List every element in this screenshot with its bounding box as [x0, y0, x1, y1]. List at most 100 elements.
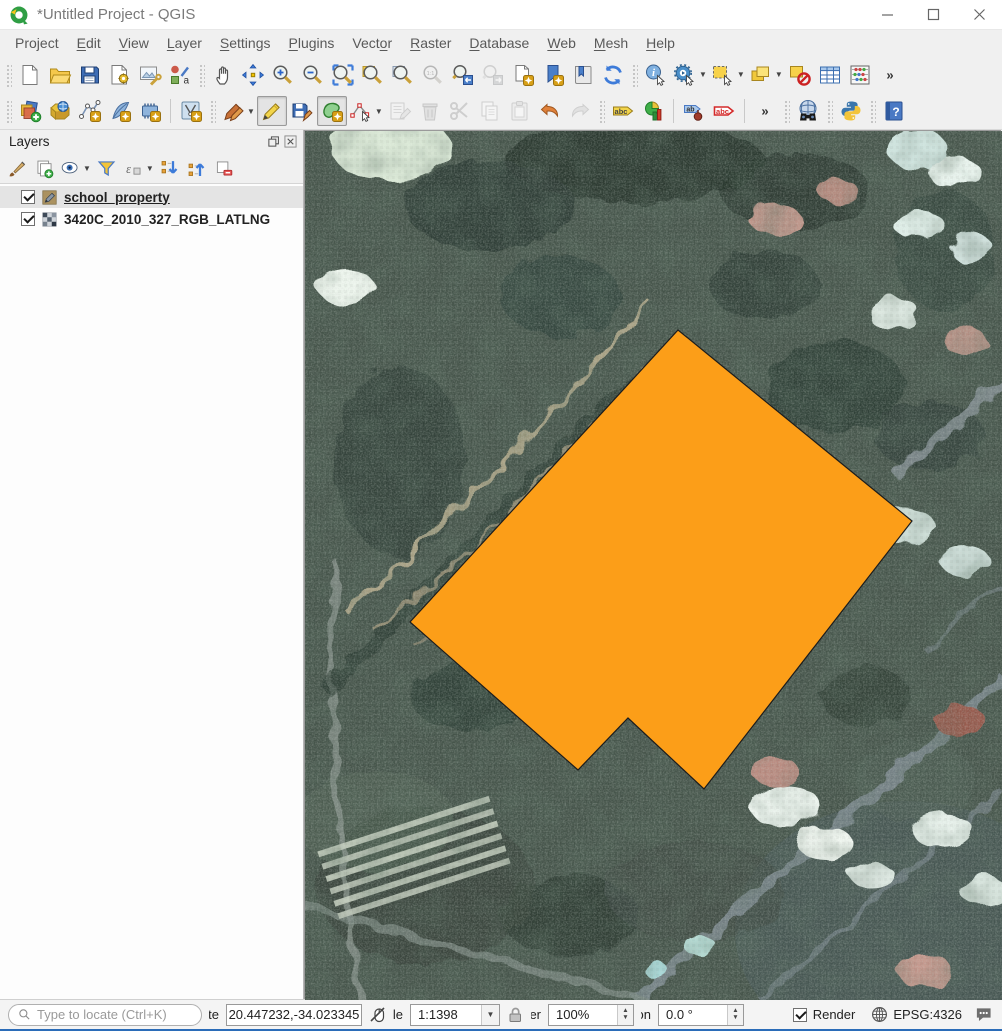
- new-spatial-bookmark-button[interactable]: [508, 60, 538, 90]
- metasearch-button[interactable]: [793, 96, 823, 126]
- toolbar-grip[interactable]: [783, 99, 790, 123]
- float-panel-icon[interactable]: [267, 135, 280, 148]
- toolbar-grip[interactable]: [869, 99, 876, 123]
- coordinate-input[interactable]: 20.447232,-34.023345: [226, 1004, 362, 1026]
- toolbar-grip[interactable]: [209, 99, 216, 123]
- menu-item-layer[interactable]: Layer: [158, 32, 211, 54]
- toolbar-grip[interactable]: [631, 63, 638, 87]
- layer-labeling-button[interactable]: abc: [608, 96, 638, 126]
- manage-map-themes-button[interactable]: ▼: [58, 155, 93, 181]
- dropdown-arrow-icon[interactable]: ▼: [775, 70, 783, 79]
- help-button[interactable]: ?: [879, 96, 909, 126]
- extents-toggle-icon[interactable]: [369, 1006, 386, 1023]
- map-canvas[interactable]: [304, 130, 1001, 999]
- pin-labels-button[interactable]: ab: [679, 96, 709, 126]
- undo-button[interactable]: [535, 96, 565, 126]
- identify-features-button[interactable]: i: [641, 60, 671, 90]
- style-manager-button[interactable]: a: [165, 60, 195, 90]
- new-virtual-layer-button[interactable]: [135, 96, 165, 126]
- menu-item-view[interactable]: View: [110, 32, 158, 54]
- rotation-spin-arrows[interactable]: ▲▼: [727, 1005, 743, 1025]
- save-project-button[interactable]: [75, 60, 105, 90]
- open-attribute-table-button[interactable]: [815, 60, 845, 90]
- zoom-last-button[interactable]: [448, 60, 478, 90]
- magnifier-spinbox[interactable]: 100% ▲▼: [548, 1004, 634, 1026]
- refresh-map-button[interactable]: [598, 60, 628, 90]
- new-print-layout-button[interactable]: [105, 60, 135, 90]
- scale-combo-arrow-icon[interactable]: ▼: [481, 1005, 499, 1025]
- menu-item-raster[interactable]: Raster: [401, 32, 460, 54]
- toolbar-grip[interactable]: [5, 99, 12, 123]
- layer-visibility-checkbox[interactable]: [21, 190, 35, 204]
- deselect-features-button[interactable]: [785, 60, 815, 90]
- locate-box[interactable]: [8, 1004, 202, 1026]
- current-edits-button[interactable]: ▼: [219, 96, 257, 126]
- expand-all-button[interactable]: [157, 155, 183, 181]
- pan-map-button[interactable]: [208, 60, 238, 90]
- bookmark-manager-button[interactable]: [568, 60, 598, 90]
- lock-scale-icon[interactable]: [507, 1006, 524, 1023]
- menu-item-settings[interactable]: Settings: [211, 32, 280, 54]
- magnifier-spin-arrows[interactable]: ▲▼: [617, 1005, 633, 1025]
- select-features-button[interactable]: ▼: [709, 60, 747, 90]
- dropdown-arrow-icon[interactable]: ▼: [83, 164, 91, 173]
- layer-row-school-property[interactable]: school_property: [0, 186, 303, 208]
- toolbar-grip[interactable]: [826, 99, 833, 123]
- scale-combo[interactable]: 1:1398 ▼: [410, 1004, 500, 1026]
- open-layer-styling-button[interactable]: [4, 155, 30, 181]
- run-feature-action-button[interactable]: ▼: [671, 60, 709, 90]
- show-spatial-bookmarks-button[interactable]: [538, 60, 568, 90]
- collapse-all-button[interactable]: [184, 155, 210, 181]
- rotation-spinbox[interactable]: 0.0 ° ▲▼: [658, 1004, 744, 1026]
- zoom-full-button[interactable]: [328, 60, 358, 90]
- new-project-button[interactable]: [15, 60, 45, 90]
- highlight-pinned-labels-button[interactable]: abc: [709, 96, 739, 126]
- save-layer-edits-button[interactable]: [287, 96, 317, 126]
- remove-layer-button[interactable]: [211, 155, 237, 181]
- render-checkbox[interactable]: [793, 1008, 807, 1022]
- new-shapefile-layer-button[interactable]: [75, 96, 105, 126]
- dropdown-arrow-icon[interactable]: ▼: [375, 107, 383, 116]
- new-geopackage-layer-button[interactable]: [105, 96, 135, 126]
- maximize-button[interactable]: [910, 0, 956, 29]
- dropdown-arrow-icon[interactable]: ▼: [737, 70, 745, 79]
- layer-visibility-checkbox[interactable]: [21, 212, 35, 226]
- menu-item-mesh[interactable]: Mesh: [585, 32, 637, 54]
- zoom-in-button[interactable]: [268, 60, 298, 90]
- data-source-manager-button[interactable]: [15, 96, 45, 126]
- menu-item-database[interactable]: Database: [460, 32, 538, 54]
- zoom-to-selection-button[interactable]: [358, 60, 388, 90]
- menu-item-edit[interactable]: Edit: [68, 32, 110, 54]
- select-by-value-button[interactable]: ▼: [747, 60, 785, 90]
- toolbar-grip[interactable]: [5, 63, 12, 87]
- open-project-button[interactable]: [45, 60, 75, 90]
- toolbar-overflow-button[interactable]: »: [750, 96, 780, 126]
- filter-legend-button[interactable]: [94, 155, 120, 181]
- toolbar-grip[interactable]: [598, 99, 605, 123]
- crs-status-button[interactable]: EPSG:4326: [871, 1006, 962, 1023]
- show-layout-manager-button[interactable]: [135, 60, 165, 90]
- filter-by-expression-button[interactable]: ε▼: [121, 155, 156, 181]
- menu-item-project[interactable]: Project: [6, 32, 68, 54]
- menu-item-web[interactable]: Web: [538, 32, 585, 54]
- pan-to-selection-button[interactable]: [238, 60, 268, 90]
- zoom-out-button[interactable]: [298, 60, 328, 90]
- dropdown-arrow-icon[interactable]: ▼: [699, 70, 707, 79]
- menu-item-plugins[interactable]: Plugins: [279, 32, 343, 54]
- layer-row-3420c-2010-327-rgb-latlng[interactable]: 3420C_2010_327_RGB_LATLNG: [0, 208, 303, 230]
- close-button[interactable]: [956, 0, 1002, 29]
- locate-input[interactable]: [37, 1007, 192, 1022]
- dropdown-arrow-icon[interactable]: ▼: [146, 164, 154, 173]
- menu-item-help[interactable]: Help: [637, 32, 684, 54]
- dropdown-arrow-icon[interactable]: ▼: [247, 107, 255, 116]
- toolbar-grip[interactable]: [198, 63, 205, 87]
- new-scratch-layer-button[interactable]: [176, 96, 206, 126]
- close-panel-icon[interactable]: [284, 135, 297, 148]
- toggle-editing-button[interactable]: [257, 96, 287, 126]
- menu-item-vector[interactable]: Vector: [343, 32, 401, 54]
- minimize-button[interactable]: [864, 0, 910, 29]
- layer-diagram-button[interactable]: [638, 96, 668, 126]
- add-data-layer-button[interactable]: [45, 96, 75, 126]
- vertex-tool-button[interactable]: ▼: [347, 96, 385, 126]
- add-polygon-feature-button[interactable]: [317, 96, 347, 126]
